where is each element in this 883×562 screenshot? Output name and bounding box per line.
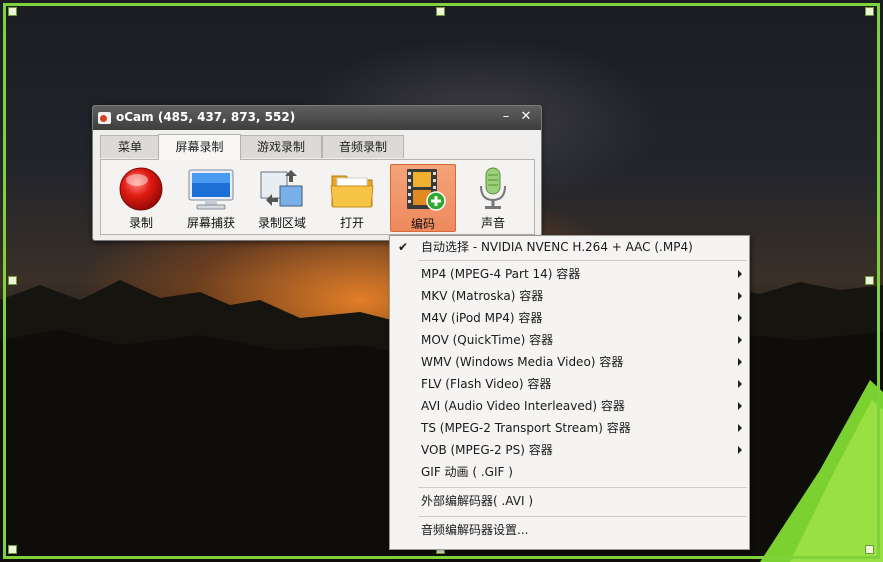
tab-audio-recording[interactable]: 音频录制 (322, 135, 404, 158)
resize-handle-top-left[interactable] (8, 7, 17, 16)
screen-capture-button[interactable]: 屏幕捕获 (179, 164, 243, 230)
menu-item-vob[interactable]: VOB (MPEG-2 PS) 容器 (390, 439, 749, 461)
sound-label: 声音 (480, 216, 505, 230)
menu-separator (418, 487, 747, 488)
film-add-icon (407, 169, 446, 211)
menu-item-mov[interactable]: MOV (QuickTime) 容器 (390, 329, 749, 351)
tab-menu[interactable]: 菜单 (100, 135, 160, 158)
resize-handle-middle-right[interactable] (865, 276, 874, 285)
tab-bar: 菜单 屏幕录制 游戏录制 音频录制 (100, 134, 534, 160)
submenu-arrow-icon (738, 380, 742, 388)
ocam-app-icon (98, 112, 111, 124)
encoding-label: 编码 (410, 217, 435, 231)
submenu-arrow-icon (738, 358, 742, 366)
menu-separator (418, 260, 747, 261)
menu-item-wmv[interactable]: WMV (Windows Media Video) 容器 (390, 351, 749, 373)
submenu-arrow-icon (738, 270, 742, 278)
record-button[interactable]: 录制 (109, 164, 173, 230)
submenu-arrow-icon (738, 424, 742, 432)
submenu-arrow-icon (738, 314, 742, 322)
checkmark-icon: ✔ (398, 240, 409, 254)
menu-separator (418, 516, 747, 517)
ocam-window: oCam (485, 437, 873, 552) – ✕ 菜单 屏幕录制 游戏… (92, 105, 542, 241)
region-icon (260, 170, 303, 207)
window-title: oCam (485, 437, 873, 552) (116, 110, 296, 124)
tab-game-recording[interactable]: 游戏录制 (240, 135, 322, 158)
menu-item-audio-codec-settings[interactable]: 音频编解码器设置... (390, 519, 749, 541)
resize-handle-bottom-right[interactable] (865, 545, 874, 554)
resize-handle-top-right[interactable] (865, 7, 874, 16)
resize-handle-bottom-left[interactable] (8, 545, 17, 554)
screen-capture-label: 屏幕捕获 (186, 216, 235, 230)
record-icon (119, 167, 163, 211)
menu-item-avi[interactable]: AVI (Audio Video Interleaved) 容器 (390, 395, 749, 417)
sound-button[interactable]: 声音 (461, 164, 525, 230)
menu-item-ts[interactable]: TS (MPEG-2 Transport Stream) 容器 (390, 417, 749, 439)
folder-icon (330, 175, 374, 208)
submenu-arrow-icon (738, 402, 742, 410)
record-area-label: 录制区域 (257, 216, 306, 230)
encoding-button[interactable]: 编码 (390, 164, 456, 232)
menu-item-flv[interactable]: FLV (Flash Video) 容器 (390, 373, 749, 395)
minimize-button[interactable]: – (498, 109, 514, 125)
submenu-arrow-icon (738, 446, 742, 454)
resize-handle-middle-left[interactable] (8, 276, 17, 285)
record-area-button[interactable]: 录制区域 (250, 164, 314, 230)
close-button[interactable]: ✕ (518, 109, 534, 125)
menu-item-mp4[interactable]: MP4 (MPEG-4 Part 14) 容器 (390, 263, 749, 285)
record-label: 录制 (128, 216, 153, 230)
monitor-icon (188, 169, 234, 210)
toolbar-panel: 录制 屏幕捕获 录制区域 打开 编码 声音 (100, 159, 535, 235)
menu-item-gif[interactable]: GIF 动画 ( .GIF ) (390, 461, 749, 483)
resize-handle-top-center[interactable] (436, 7, 445, 16)
submenu-arrow-icon (738, 336, 742, 344)
tab-screen-recording[interactable]: 屏幕录制 (158, 134, 241, 160)
submenu-arrow-icon (738, 292, 742, 300)
microphone-icon (480, 167, 506, 209)
menu-item-external-codec[interactable]: 外部编解码器( .AVI ) (390, 490, 749, 512)
open-button[interactable]: 打开 (320, 164, 384, 230)
open-label: 打开 (339, 216, 364, 230)
encoding-context-menu: ✔ 自动选择 - NVIDIA NVENC H.264 + AAC (.MP4)… (389, 235, 750, 550)
menu-item-m4v[interactable]: M4V (iPod MP4) 容器 (390, 307, 749, 329)
menu-item-auto-select[interactable]: ✔ 自动选择 - NVIDIA NVENC H.264 + AAC (.MP4) (390, 236, 749, 258)
menu-item-mkv[interactable]: MKV (Matroska) 容器 (390, 285, 749, 307)
title-bar[interactable]: oCam (485, 437, 873, 552) – ✕ (93, 106, 541, 130)
